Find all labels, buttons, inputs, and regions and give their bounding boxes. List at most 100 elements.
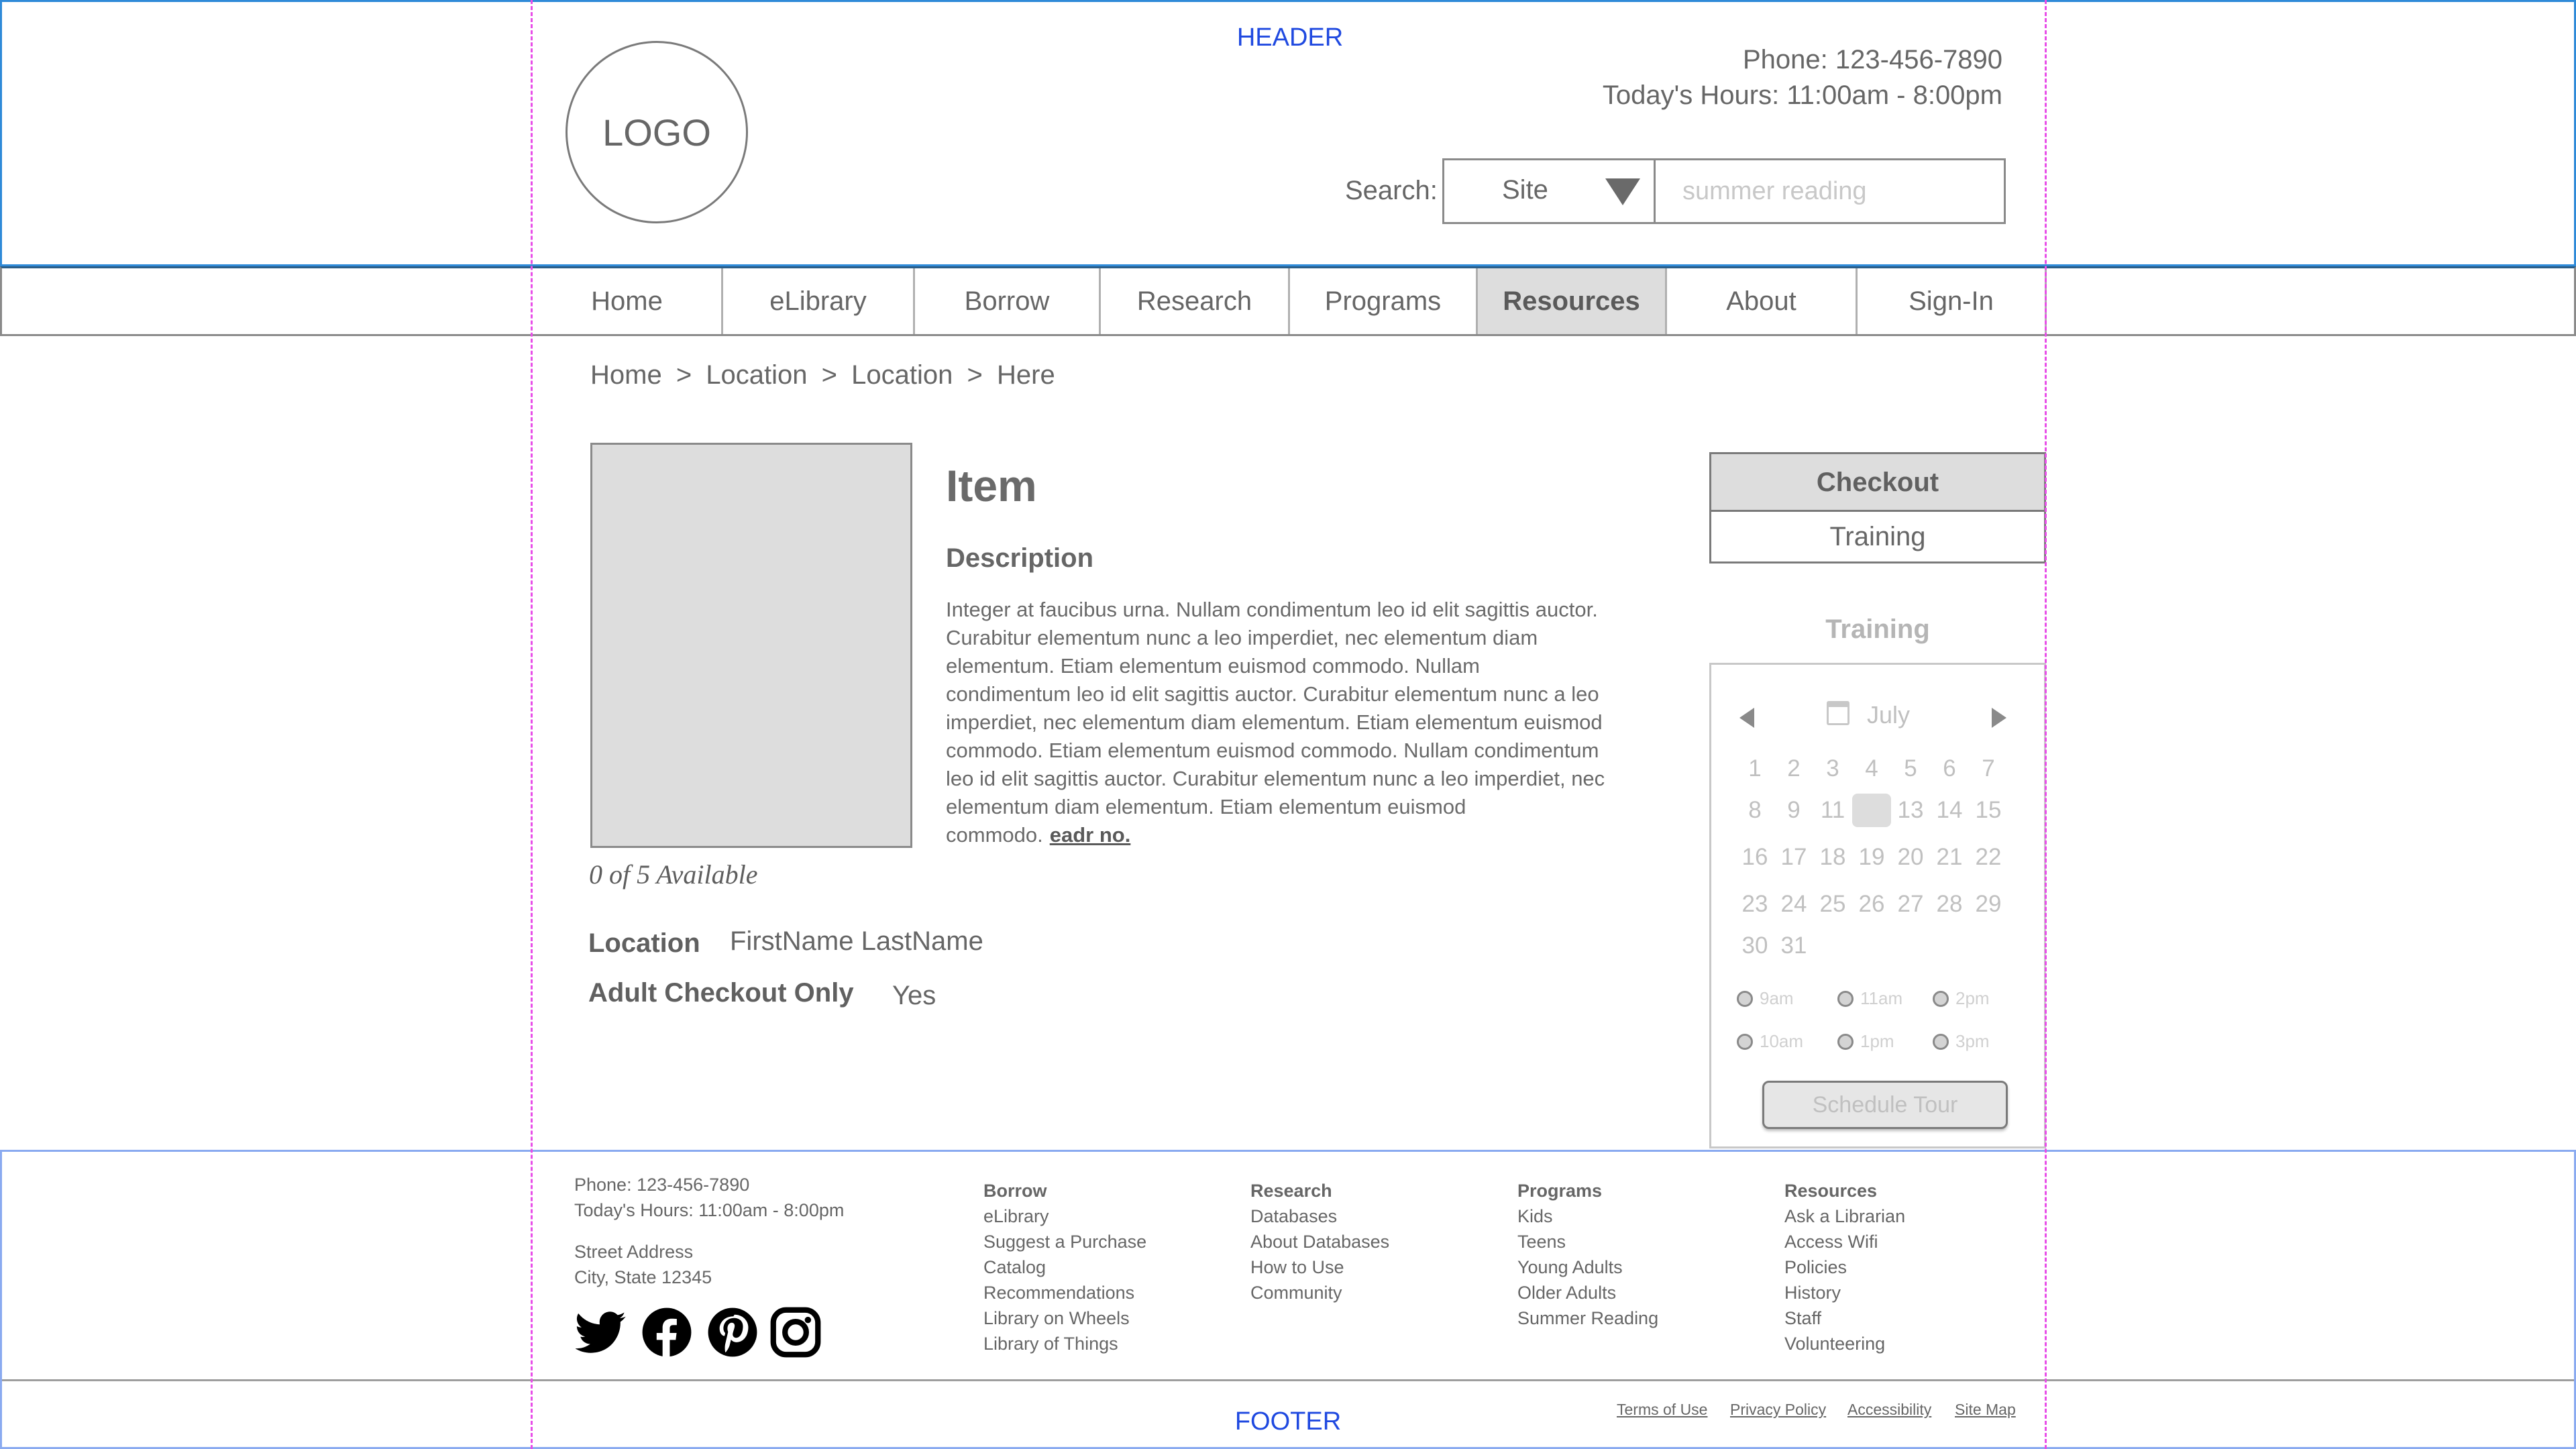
footer-link[interactable]: Ask a Librarian xyxy=(1784,1203,1905,1229)
footer-column-heading: Borrow xyxy=(983,1181,1047,1201)
calendar-day[interactable]: 6 xyxy=(1930,752,1969,786)
calendar-day[interactable]: 20 xyxy=(1891,841,1930,874)
calendar-day[interactable]: 4 xyxy=(1852,752,1891,786)
time-label: 2pm xyxy=(1955,988,1990,1008)
twitter-icon[interactable] xyxy=(576,1307,627,1358)
schedule-tour-button[interactable]: Schedule Tour xyxy=(1762,1081,2008,1129)
footer-link[interactable]: Library on Wheels xyxy=(983,1305,1130,1331)
nav-item-about[interactable]: About xyxy=(1667,268,1858,334)
footer-link[interactable]: Young Adults xyxy=(1517,1254,1623,1280)
calendar-day[interactable]: 18 xyxy=(1813,841,1852,874)
footer-link[interactable]: Access Wifi xyxy=(1784,1229,1878,1254)
calendar-day[interactable]: 5 xyxy=(1891,752,1930,786)
calendar-day[interactable]: 19 xyxy=(1852,841,1891,874)
calendar-day[interactable]: 15 xyxy=(1969,794,2008,827)
tab-checkout[interactable]: Checkout xyxy=(1709,452,2046,513)
calendar-day[interactable]: 26 xyxy=(1852,888,1891,921)
logo[interactable]: LOGO xyxy=(566,41,748,223)
footer-link[interactable]: Databases xyxy=(1250,1203,1337,1229)
breadcrumb-link[interactable]: Home xyxy=(590,360,662,390)
calendar-day[interactable]: 23 xyxy=(1735,888,1774,921)
breadcrumb-separator: > xyxy=(821,360,838,390)
calendar-day[interactable]: 3 xyxy=(1813,752,1852,786)
nav-item-research[interactable]: Research xyxy=(1101,268,1290,334)
footer-link[interactable]: Teens xyxy=(1517,1229,1566,1254)
footer-link[interactable]: Community xyxy=(1250,1280,1342,1305)
footer-link[interactable]: Recommendations xyxy=(983,1280,1134,1305)
training-heading: Training xyxy=(1825,614,1930,644)
calendar-day[interactable]: 30 xyxy=(1735,929,1774,963)
footer-link[interactable]: Summer Reading xyxy=(1517,1305,1658,1331)
calendar-day[interactable]: 25 xyxy=(1813,888,1852,921)
calendar-day[interactable]: 7 xyxy=(1969,752,2008,786)
footer-link[interactable]: Older Adults xyxy=(1517,1280,1616,1305)
description-body: Integer at faucibus urna. Nullam condime… xyxy=(946,598,1605,847)
time-option[interactable]: 3pm xyxy=(1933,1031,1990,1052)
time-option[interactable]: 2pm xyxy=(1933,988,1990,1009)
breadcrumb-current: Here xyxy=(997,360,1055,390)
training-calendar: July 1 2 3 4 5 6 7 8 9 11 13 14 15 16 17 18 19 20 21 22 23 24… xyxy=(1709,663,2046,1148)
facebook-icon[interactable] xyxy=(641,1307,692,1358)
time-option[interactable]: 10am xyxy=(1737,1031,1803,1052)
calendar-month: July xyxy=(1867,701,1911,729)
calendar-day[interactable]: 24 xyxy=(1774,888,1813,921)
search-scope-select[interactable]: Site xyxy=(1442,158,1656,224)
time-option[interactable]: 11am xyxy=(1837,988,1902,1009)
calendar-day[interactable]: 29 xyxy=(1969,888,2008,921)
calendar-day[interactable]: 13 xyxy=(1891,794,1930,827)
nav-item-programs[interactable]: Programs xyxy=(1290,268,1478,334)
calendar-day[interactable]: 21 xyxy=(1930,841,1969,874)
footer-link[interactable]: Staff xyxy=(1784,1305,1821,1331)
calendar-day[interactable]: 11 xyxy=(1813,794,1852,827)
calendar-day[interactable]: 17 xyxy=(1774,841,1813,874)
footer-link[interactable]: Suggest a Purchase xyxy=(983,1229,1146,1254)
calendar-day[interactable]: 1 xyxy=(1735,752,1774,786)
calendar-day[interactable]: 27 xyxy=(1891,888,1930,921)
footer-column-heading: Programs xyxy=(1517,1181,1603,1201)
calendar-day[interactable]: 31 xyxy=(1774,929,1813,963)
nav-item-home[interactable]: Home xyxy=(533,268,723,334)
footer-link[interactable]: Catalog xyxy=(983,1254,1046,1280)
footer-link[interactable]: eLibrary xyxy=(983,1203,1049,1229)
tab-training[interactable]: Training xyxy=(1709,510,2046,564)
calendar-day-selected[interactable] xyxy=(1852,794,1891,827)
time-label: 11am xyxy=(1860,988,1903,1008)
footer-link[interactable]: History xyxy=(1784,1280,1841,1305)
radio-icon xyxy=(1933,1033,1949,1050)
footer-link[interactable]: Library of Things xyxy=(983,1331,1118,1356)
calendar-day[interactable]: 2 xyxy=(1774,752,1813,786)
nav-item-resources[interactable]: Resources xyxy=(1478,268,1667,334)
pinterest-icon[interactable] xyxy=(707,1307,758,1358)
calendar-day[interactable]: 22 xyxy=(1969,841,2008,874)
footer-link[interactable]: Policies xyxy=(1784,1254,1847,1280)
calendar-day[interactable]: 9 xyxy=(1774,794,1813,827)
footer-link[interactable]: Volunteering xyxy=(1784,1331,1885,1356)
breadcrumb-link[interactable]: Location xyxy=(851,360,953,390)
site-map-link[interactable]: Site Map xyxy=(1955,1401,2016,1419)
privacy-link[interactable]: Privacy Policy xyxy=(1730,1401,1826,1419)
time-option[interactable]: 1pm xyxy=(1837,1031,1894,1052)
read-more-link[interactable]: eadr no. xyxy=(1050,823,1131,847)
time-label: 3pm xyxy=(1955,1031,1990,1051)
search-input[interactable] xyxy=(1654,158,2006,224)
time-option[interactable]: 9am xyxy=(1737,988,1794,1009)
footer-link[interactable]: About Databases xyxy=(1250,1229,1389,1254)
calendar-day[interactable]: 14 xyxy=(1930,794,1969,827)
footer-link[interactable]: Kids xyxy=(1517,1203,1553,1229)
previous-month-icon[interactable] xyxy=(1739,708,1754,728)
calendar-day[interactable]: 16 xyxy=(1735,841,1774,874)
instagram-icon[interactable] xyxy=(770,1307,821,1358)
nav-item-elibrary[interactable]: eLibrary xyxy=(723,268,915,334)
calendar-day[interactable]: 8 xyxy=(1735,794,1774,827)
calendar-day[interactable]: 28 xyxy=(1930,888,1969,921)
footer-link[interactable]: How to Use xyxy=(1250,1254,1344,1280)
footer-hours: Today's Hours: 11:00am - 8:00pm xyxy=(574,1200,845,1220)
availability-status: 0 of 5 Available xyxy=(589,859,758,890)
terms-link[interactable]: Terms of Use xyxy=(1617,1401,1707,1419)
nav-item-sign-in[interactable]: Sign-In xyxy=(1858,268,2047,334)
accessibility-link[interactable]: Accessibility xyxy=(1847,1401,1931,1419)
breadcrumb-link[interactable]: Location xyxy=(706,360,807,390)
next-month-icon[interactable] xyxy=(1992,708,2006,728)
nav-item-borrow[interactable]: Borrow xyxy=(915,268,1101,334)
footer-street: Street Address xyxy=(574,1242,694,1262)
